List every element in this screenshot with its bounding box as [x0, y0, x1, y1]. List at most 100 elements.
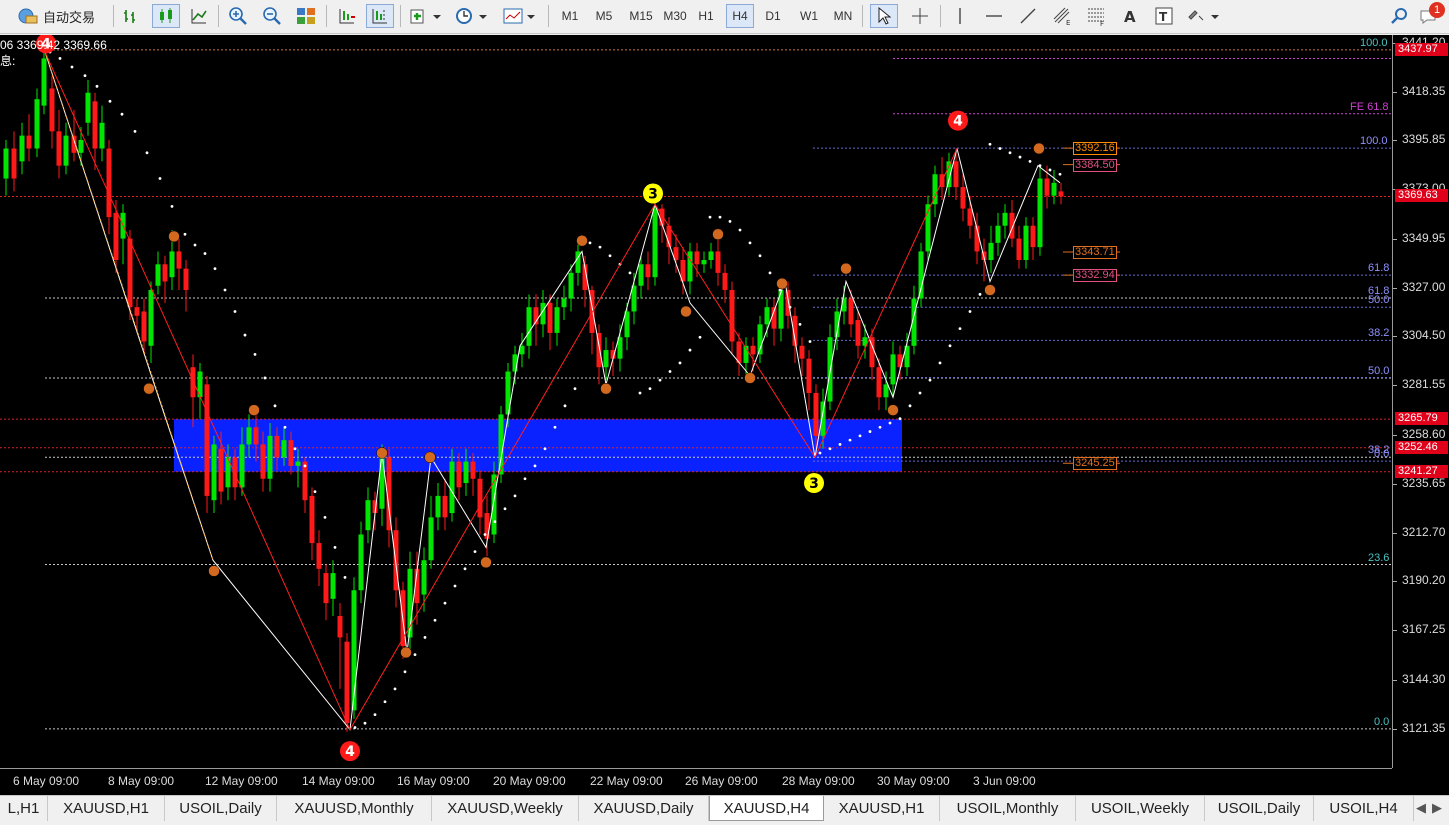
templates-button[interactable]: [500, 4, 540, 28]
chart-tab[interactable]: USOIL,Monthly: [940, 796, 1076, 821]
sar-dot: [938, 361, 942, 365]
timeframe-h4[interactable]: H4: [726, 4, 754, 28]
tab-scroll-left-icon[interactable]: ◀: [1416, 800, 1426, 816]
sar-dot: [523, 477, 527, 481]
candle-body: [1023, 225, 1029, 261]
candle-body: [449, 461, 455, 514]
candlestick-button[interactable]: [152, 4, 180, 28]
sar-dot: [768, 271, 772, 275]
zoom-in-icon: [229, 7, 247, 25]
arrows-button[interactable]: [1184, 4, 1224, 28]
cursor-button[interactable]: [870, 4, 898, 28]
autotrade-label: 自动交易: [42, 9, 95, 25]
time-axis[interactable]: 6 May 09:00 8 May 09:00 12 May 09:00 14 May…: [0, 768, 1392, 795]
price-tick-label: 3327.00: [1402, 279, 1446, 294]
fib-level-label: 100.0: [1360, 135, 1388, 148]
wave-marker-label: 3: [648, 187, 658, 203]
toolbar: 自动交易 M1 M5 M15 M30 H1 H4 D1 W1 MN E F A T 1: [0, 0, 1449, 34]
chart-tab[interactable]: USOIL,Daily: [1205, 796, 1314, 821]
sar-dot: [968, 310, 972, 313]
cursor-icon: [878, 7, 891, 25]
candle-body: [498, 414, 504, 475]
timeframe-w1[interactable]: W1: [796, 4, 822, 28]
tile-windows-button[interactable]: [292, 4, 320, 28]
candle-body: [246, 427, 252, 445]
zoom-in-button[interactable]: [224, 4, 252, 28]
wave-1-marker: [424, 451, 436, 464]
wave-1-marker: [248, 404, 260, 416]
chart-tab[interactable]: XAUUSD,H1: [824, 796, 940, 821]
arrows-icon: [1188, 10, 1219, 21]
candle-body: [421, 560, 427, 595]
chart-tab[interactable]: XAUUSD,H4: [709, 796, 824, 821]
chart-tab[interactable]: USOIL,H4: [1314, 796, 1414, 821]
search-button[interactable]: [1386, 4, 1412, 28]
chart-tab[interactable]: L,H1: [0, 796, 48, 821]
fibonacci-icon: F: [1088, 8, 1104, 26]
chart-shift-button[interactable]: [366, 4, 394, 28]
sar-dot: [373, 713, 377, 717]
chart-plot-area[interactable]: 43434: [0, 35, 1392, 768]
timeframe-m15[interactable]: M15: [626, 4, 656, 28]
candle-body: [344, 641, 350, 724]
level-price-box: 3384.50: [1073, 158, 1117, 172]
timeframe-mn[interactable]: MN: [828, 4, 858, 28]
vertical-line-button[interactable]: [946, 4, 974, 28]
chart-shift-icon: [372, 9, 387, 24]
sar-dot: [628, 271, 632, 275]
crosshair-button[interactable]: [906, 4, 934, 28]
trendline-button[interactable]: [1014, 4, 1042, 28]
sar-dot: [463, 567, 467, 571]
timeframe-d1[interactable]: D1: [760, 4, 786, 28]
bar-chart-button[interactable]: [118, 4, 144, 28]
wave-1-marker: [168, 230, 180, 243]
fibonacci-button[interactable]: F: [1082, 4, 1110, 28]
text-label-button[interactable]: T: [1150, 4, 1178, 28]
sar-dot: [423, 636, 427, 639]
candle-body: [358, 534, 364, 591]
periods-button[interactable]: [452, 4, 492, 28]
indicators-button[interactable]: [406, 4, 446, 28]
date-tick-label: 14 May 09:00: [302, 774, 375, 788]
autotrade-button[interactable]: 自动交易: [8, 4, 104, 28]
fib-level-label: 23.6: [1368, 551, 1390, 564]
chart-tab[interactable]: USOIL,Daily: [165, 796, 277, 821]
sar-dot: [483, 533, 487, 536]
price-chart[interactable]: 43434 06 3369.42 3369.66 息: 100.0 61.8 50.…: [0, 35, 1449, 795]
wave-1-marker: [143, 382, 155, 395]
line-chart-button[interactable]: [186, 4, 212, 28]
search-icon: [1391, 8, 1407, 24]
chart-tab[interactable]: XAUUSD,Daily: [579, 796, 709, 821]
date-tick-label: 22 May 09:00: [590, 774, 663, 788]
templates-icon: [503, 8, 535, 24]
timeframe-m1[interactable]: M1: [558, 4, 582, 28]
timeframe-m5[interactable]: M5: [592, 4, 616, 28]
chart-tab[interactable]: USOIL,Weekly: [1076, 796, 1205, 821]
text-button[interactable]: A: [1116, 4, 1144, 28]
chart-tab[interactable]: XAUUSD,Monthly: [277, 796, 432, 821]
chart-tab[interactable]: XAUUSD,Weekly: [432, 796, 579, 821]
candle-body: [169, 251, 175, 278]
price-tick-label: 3212.70: [1402, 525, 1446, 539]
candle-body: [26, 135, 32, 149]
price-level-box: 3252.46: [1395, 440, 1448, 454]
candle-body: [890, 354, 896, 385]
timeframe-h1[interactable]: H1: [694, 4, 718, 28]
chart-tab[interactable]: XAUUSD,H1: [48, 796, 165, 821]
wave-marker-label: 3: [809, 476, 819, 492]
price-tick: [1393, 533, 1397, 534]
timeframe-m30[interactable]: M30: [660, 4, 690, 28]
sar-dot: [333, 545, 337, 549]
price-axis[interactable]: 3441.203418.353395.853373.003349.953327.…: [1392, 35, 1449, 768]
sar-dot: [453, 584, 457, 588]
sar-dot: [313, 490, 317, 494]
date-tick-label: 6 May 09:00: [13, 774, 80, 788]
equidistant-channel-button[interactable]: E: [1048, 4, 1076, 28]
zoom-out-button[interactable]: [258, 4, 286, 28]
horizontal-line-button[interactable]: [980, 4, 1008, 28]
autoscroll-button[interactable]: [333, 4, 361, 28]
candle-body: [218, 448, 224, 492]
notifications-button[interactable]: 1: [1416, 2, 1446, 28]
tab-scroll-right-icon[interactable]: ▶: [1432, 800, 1442, 816]
sar-dot: [848, 438, 852, 442]
